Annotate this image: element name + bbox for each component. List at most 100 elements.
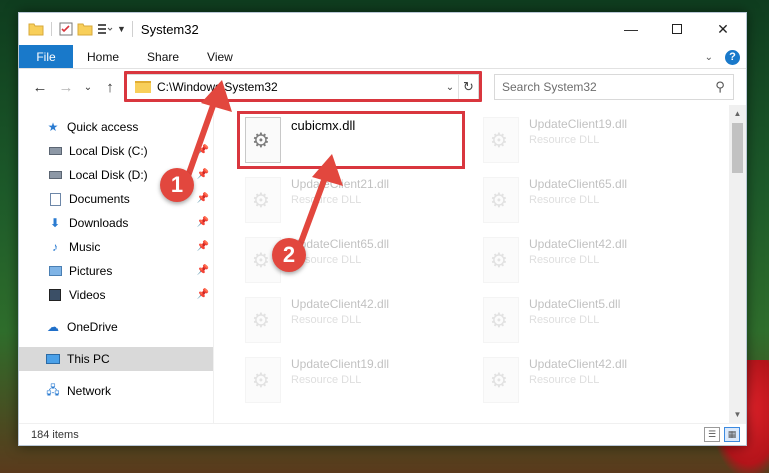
file-text: UpdateClient5.dll Resource DLL xyxy=(529,293,620,326)
pin-icon: 📌 xyxy=(196,217,209,228)
scrollbar-thumb[interactable] xyxy=(732,123,743,173)
search-box[interactable]: Search System32 ⚲ xyxy=(494,74,734,100)
file-text: UpdateClient19.dll Resource DLL xyxy=(529,113,627,146)
file-type: Resource DLL xyxy=(529,254,600,266)
new-folder-icon[interactable] xyxy=(77,22,93,36)
pin-icon: 📌 xyxy=(196,241,209,252)
close-button[interactable]: ✕ xyxy=(700,13,746,45)
callout-step-1: 1 xyxy=(160,168,194,202)
dll-file-icon xyxy=(245,297,281,343)
tiles-view-icon[interactable]: ▦ xyxy=(724,427,740,442)
sidebar-item-music[interactable]: ♪ Music 📌 xyxy=(19,235,213,259)
scroll-up-icon[interactable]: ▲ xyxy=(729,105,746,122)
sidebar-item-downloads[interactable]: ⬇ Downloads 📌 xyxy=(19,211,213,235)
ribbon-tabs: File Home Share View ⌄ ? xyxy=(19,45,746,69)
file-type: Resource DLL xyxy=(529,134,600,146)
sidebar-item-label: Music xyxy=(69,240,101,254)
file-type: Resource DLL xyxy=(291,374,362,386)
navigation-bar: ← → ⌄ ↑ C:\Windows\System32 ⌄ ↻ Search S… xyxy=(19,69,746,105)
file-name: UpdateClient19.dll xyxy=(291,357,390,371)
vertical-scrollbar[interactable]: ▲ ▼ xyxy=(729,105,746,423)
dll-file-icon xyxy=(483,297,519,343)
sidebar-item-label: Pictures xyxy=(69,264,113,278)
file-name: UpdateClient65.dll xyxy=(291,237,390,251)
file-name: UpdateClient5.dll xyxy=(529,297,621,311)
maximize-icon xyxy=(672,24,682,34)
pin-icon: 📌 xyxy=(196,265,209,276)
dll-file-icon xyxy=(245,177,281,223)
file-type: Resource DLL xyxy=(529,314,600,326)
file-item[interactable]: UpdateClient42.dll Resource DLL xyxy=(477,233,707,289)
file-type: Resource DLL xyxy=(291,314,362,326)
search-icon[interactable]: ⚲ xyxy=(707,79,733,95)
minimize-button[interactable]: — xyxy=(608,13,654,45)
videos-icon xyxy=(47,287,63,303)
drive-icon xyxy=(47,167,63,183)
expand-ribbon-icon[interactable]: ⌄ xyxy=(705,52,713,63)
close-icon: ✕ xyxy=(717,20,729,37)
star-icon: ★ xyxy=(47,120,59,134)
chevron-down-icon[interactable]: ▼ xyxy=(117,24,126,34)
file-name: UpdateClient21.dll xyxy=(291,177,390,191)
computer-icon xyxy=(45,351,61,367)
properties-icon[interactable] xyxy=(59,22,73,36)
file-item[interactable]: UpdateClient42.dll Resource DLL xyxy=(239,293,469,349)
file-type: Resource DLL xyxy=(529,194,600,206)
up-arrow-icon[interactable]: ↑ xyxy=(99,79,121,96)
file-text: UpdateClient19.dll Resource DLL xyxy=(291,353,389,386)
recent-locations-icon[interactable]: ⌄ xyxy=(81,82,95,93)
navigation-pane: ★ Quick access Local Disk (C:) 📌 Local D… xyxy=(19,105,213,423)
sidebar-item-onedrive[interactable]: ☁ OneDrive xyxy=(19,315,213,339)
sidebar-item-videos[interactable]: Videos 📌 xyxy=(19,283,213,307)
network-icon: 🖧 xyxy=(46,382,60,397)
file-item[interactable]: UpdateClient21.dll Resource DLL xyxy=(239,173,469,229)
file-text: UpdateClient42.dll Resource DLL xyxy=(291,293,389,326)
details-view-icon[interactable]: ☰ xyxy=(704,427,720,442)
help-button[interactable]: ? xyxy=(725,49,740,65)
window-title: System32 xyxy=(140,21,199,37)
window-controls: — ✕ xyxy=(608,13,746,45)
file-name: UpdateClient65.dll xyxy=(529,177,628,191)
minimize-icon: — xyxy=(624,21,638,37)
tab-file[interactable]: File xyxy=(19,45,73,68)
tab-home[interactable]: Home xyxy=(73,45,133,68)
maximize-button[interactable] xyxy=(654,13,700,45)
file-item[interactable]: UpdateClient19.dll Resource DLL xyxy=(239,353,469,409)
folder-icon xyxy=(28,23,44,36)
sidebar-item-network[interactable]: 🖧 Network xyxy=(19,379,213,403)
file-type: Resource DLL xyxy=(291,194,362,206)
title-bar: ▼ System32 — ✕ xyxy=(19,13,746,45)
file-item[interactable]: UpdateClient42.dll Resource DLL xyxy=(477,353,707,409)
pin-icon: 📌 xyxy=(196,289,209,300)
pin-icon: 📌 xyxy=(196,145,209,156)
back-arrow-icon[interactable]: ← xyxy=(29,79,51,96)
sidebar-item-label: Documents xyxy=(69,192,130,206)
sidebar-item-this-pc[interactable]: This PC xyxy=(19,347,213,371)
dll-file-icon xyxy=(245,357,281,403)
file-item[interactable]: UpdateClient65.dll Resource DLL xyxy=(477,173,707,229)
pin-icon: 📌 xyxy=(196,169,209,180)
file-item[interactable]: UpdateClient19.dll Resource DLL xyxy=(477,113,707,169)
forward-arrow-icon[interactable]: → xyxy=(55,79,77,96)
file-text: UpdateClient65.dll Resource DLL xyxy=(291,233,389,266)
download-icon: ⬇ xyxy=(49,216,61,230)
search-input[interactable]: Search System32 xyxy=(502,80,707,94)
sidebar-item-pictures[interactable]: Pictures 📌 xyxy=(19,259,213,283)
file-text: UpdateClient42.dll Resource DLL xyxy=(529,233,627,266)
sidebar-item-label: Videos xyxy=(69,288,106,302)
sidebar-item-local-disk-c[interactable]: Local Disk (C:) 📌 xyxy=(19,139,213,163)
tab-view[interactable]: View xyxy=(193,45,247,68)
customize-toolbar-icon[interactable] xyxy=(97,22,113,36)
item-count: 184 items xyxy=(31,428,79,441)
scroll-down-icon[interactable]: ▼ xyxy=(729,406,746,423)
file-text: UpdateClient42.dll Resource DLL xyxy=(529,353,627,386)
explorer-body: ★ Quick access Local Disk (C:) 📌 Local D… xyxy=(19,105,746,423)
file-name: UpdateClient19.dll xyxy=(529,117,628,131)
status-bar: 184 items ☰ ▦ xyxy=(19,423,746,445)
file-item[interactable]: UpdateClient5.dll Resource DLL xyxy=(477,293,707,349)
address-highlight-box xyxy=(124,71,482,102)
tab-share[interactable]: Share xyxy=(133,45,193,68)
sidebar-item-quick-access[interactable]: ★ Quick access xyxy=(19,115,213,139)
